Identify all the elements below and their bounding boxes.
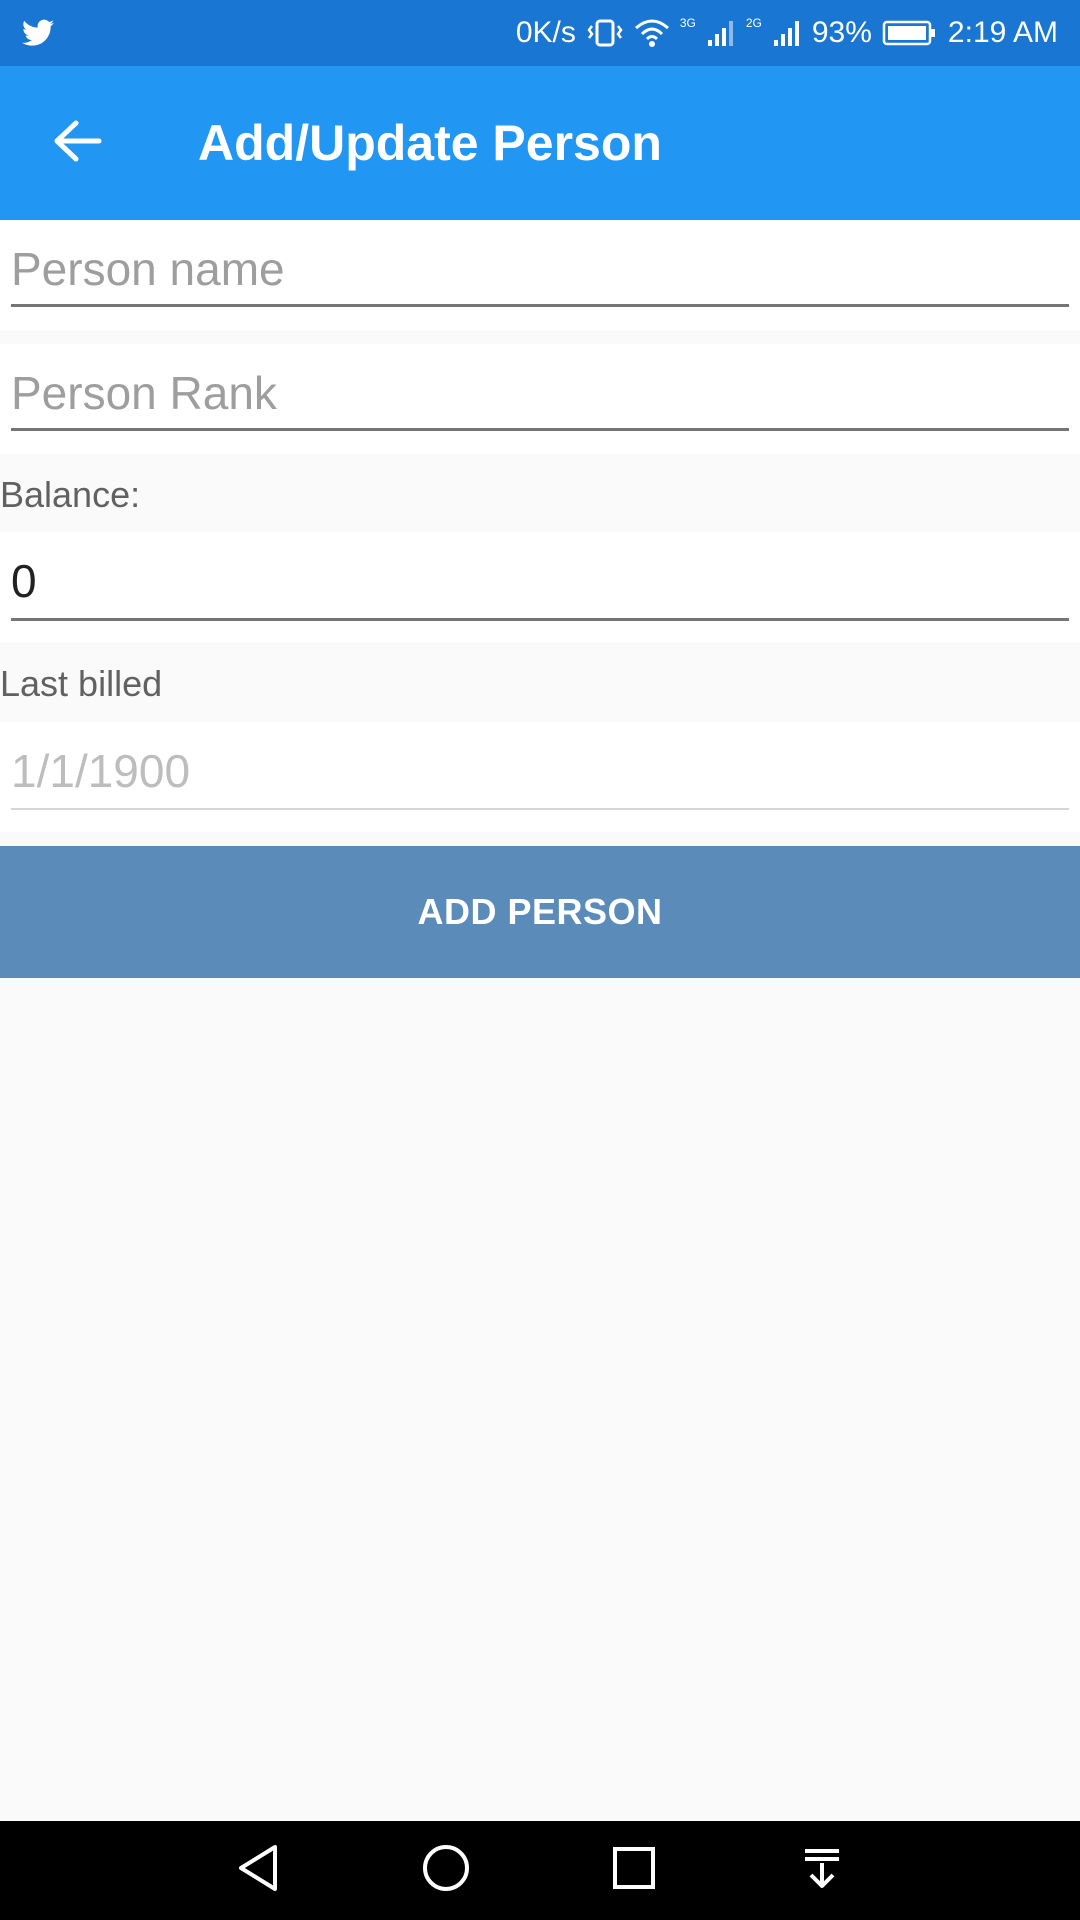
nav-notification-button[interactable] <box>793 1842 851 1900</box>
network-2g-label: 2G <box>745 16 762 30</box>
wifi-icon <box>634 18 670 48</box>
person-rank-row <box>0 344 1080 454</box>
nav-home-button[interactable] <box>417 1842 475 1900</box>
clock: 2:19 AM <box>947 16 1058 49</box>
last-billed-row <box>0 722 1080 832</box>
signal-icon <box>772 18 802 48</box>
person-rank-underline <box>11 428 1069 431</box>
battery-percent: 93% <box>811 16 872 49</box>
balance-label: Balance: <box>0 474 141 515</box>
person-rank-input[interactable] <box>11 358 1069 428</box>
twitter-icon <box>22 19 54 47</box>
system-nav-bar <box>0 1821 1080 1920</box>
arrow-back-icon <box>52 119 102 168</box>
person-name-underline <box>11 304 1069 307</box>
recents-square-icon <box>611 1845 657 1896</box>
battery-icon <box>882 18 938 48</box>
home-circle-icon <box>421 1843 471 1898</box>
person-name-input[interactable] <box>11 234 1069 304</box>
notification-pull-icon <box>799 1845 845 1896</box>
person-name-row <box>0 220 1080 330</box>
nav-recents-button[interactable] <box>605 1842 663 1900</box>
last-billed-underline <box>11 808 1069 810</box>
back-button[interactable] <box>0 66 154 220</box>
status-bar: 0K/s 3G 2G 93% 2:19 AM <box>0 0 1080 66</box>
back-triangle-icon <box>235 1843 281 1898</box>
network-3g-label: 3G <box>679 16 696 30</box>
balance-input[interactable] <box>11 546 1069 616</box>
page-title: Add/Update Person <box>198 115 662 171</box>
signal-icon <box>706 18 736 48</box>
nav-back-button[interactable] <box>229 1842 287 1900</box>
last-billed-label: Last billed <box>0 663 163 704</box>
balance-underline <box>11 618 1069 621</box>
balance-row <box>0 532 1080 642</box>
vibrate-icon <box>586 18 624 48</box>
network-speed: 0K/s <box>515 16 576 49</box>
last-billed-date-field[interactable] <box>11 736 1069 806</box>
app-bar: Add/Update Person <box>0 66 1080 220</box>
add-person-button[interactable]: ADD PERSON <box>0 846 1080 978</box>
